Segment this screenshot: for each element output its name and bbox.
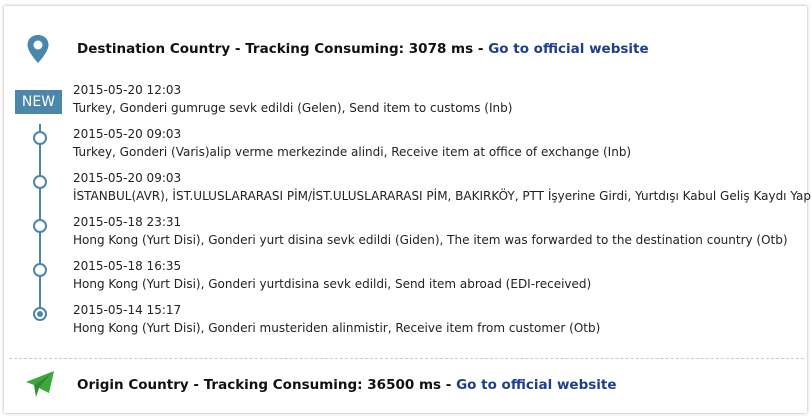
event-date: 2015-05-20 09:03 xyxy=(73,127,182,141)
paper-plane-icon xyxy=(25,370,55,402)
origin-separator: - xyxy=(188,377,204,393)
event-description: Hong Kong (Yurt Disi), Gonderi musteride… xyxy=(73,321,601,335)
map-pin-icon xyxy=(26,34,50,68)
timeline-node xyxy=(33,263,47,277)
destination-title: Destination Country xyxy=(77,41,231,57)
list-item: 2015-05-18 23:31 Hong Kong (Yurt Disi), … xyxy=(73,213,788,249)
list-item: 2015-05-14 15:17 Hong Kong (Yurt Disi), … xyxy=(73,301,600,337)
event-date: 2015-05-20 12:03 xyxy=(73,83,182,97)
timeline-node xyxy=(33,131,47,145)
event-description: Hong Kong (Yurt Disi), Gonderi yurtdisin… xyxy=(73,277,592,291)
event-description: Turkey, Gonderi gumruge sevk edildi (Gel… xyxy=(73,101,513,115)
origin-header-text: Origin Country - Tracking Consuming: 365… xyxy=(77,377,617,393)
new-badge: NEW xyxy=(15,90,62,114)
event-description: İSTANBUL(AVR), İST.ULUSLARARASI PİM/İST.… xyxy=(73,189,812,203)
list-item: 2015-05-20 09:03 Turkey, Gonderi (Varis)… xyxy=(73,125,631,161)
event-date: 2015-05-18 23:31 xyxy=(73,215,182,229)
origin-consuming: Tracking Consuming: 36500 ms xyxy=(203,377,442,393)
origin-header: Origin Country - Tracking Consuming: 365… xyxy=(4,368,807,398)
list-item: 2015-05-18 16:35 Hong Kong (Yurt Disi), … xyxy=(73,257,591,293)
event-date: 2015-05-20 09:03 xyxy=(73,171,182,185)
origin-title: Origin Country xyxy=(77,377,189,393)
timeline-node xyxy=(33,175,47,189)
timeline-node-origin xyxy=(33,307,47,321)
event-description: Hong Kong (Yurt Disi), Gonderi yurt disi… xyxy=(73,233,788,247)
event-description: Turkey, Gonderi (Varis)alip verme merkez… xyxy=(73,145,632,159)
destination-consuming: Tracking Consuming: 3078 ms xyxy=(245,41,474,57)
tracking-panel: Destination Country - Tracking Consuming… xyxy=(4,6,812,413)
timeline-node xyxy=(33,219,47,233)
destination-separator-2: - xyxy=(473,41,489,57)
list-item: 2015-05-20 09:03 İSTANBUL(AVR), İST.ULUS… xyxy=(73,169,812,205)
origin-separator-2: - xyxy=(441,377,457,393)
event-date: 2015-05-18 16:35 xyxy=(73,259,182,273)
destination-header-text: Destination Country - Tracking Consuming… xyxy=(77,41,649,57)
destination-header: Destination Country - Tracking Consuming… xyxy=(4,32,807,63)
list-item: 2015-05-20 12:03 Turkey, Gonderi gumruge… xyxy=(73,81,512,117)
section-divider xyxy=(9,358,804,359)
origin-official-website-link[interactable]: Go to official website xyxy=(456,377,616,393)
destination-official-website-link[interactable]: Go to official website xyxy=(488,41,648,57)
event-date: 2015-05-14 15:17 xyxy=(73,303,182,317)
destination-separator: - xyxy=(230,41,246,57)
